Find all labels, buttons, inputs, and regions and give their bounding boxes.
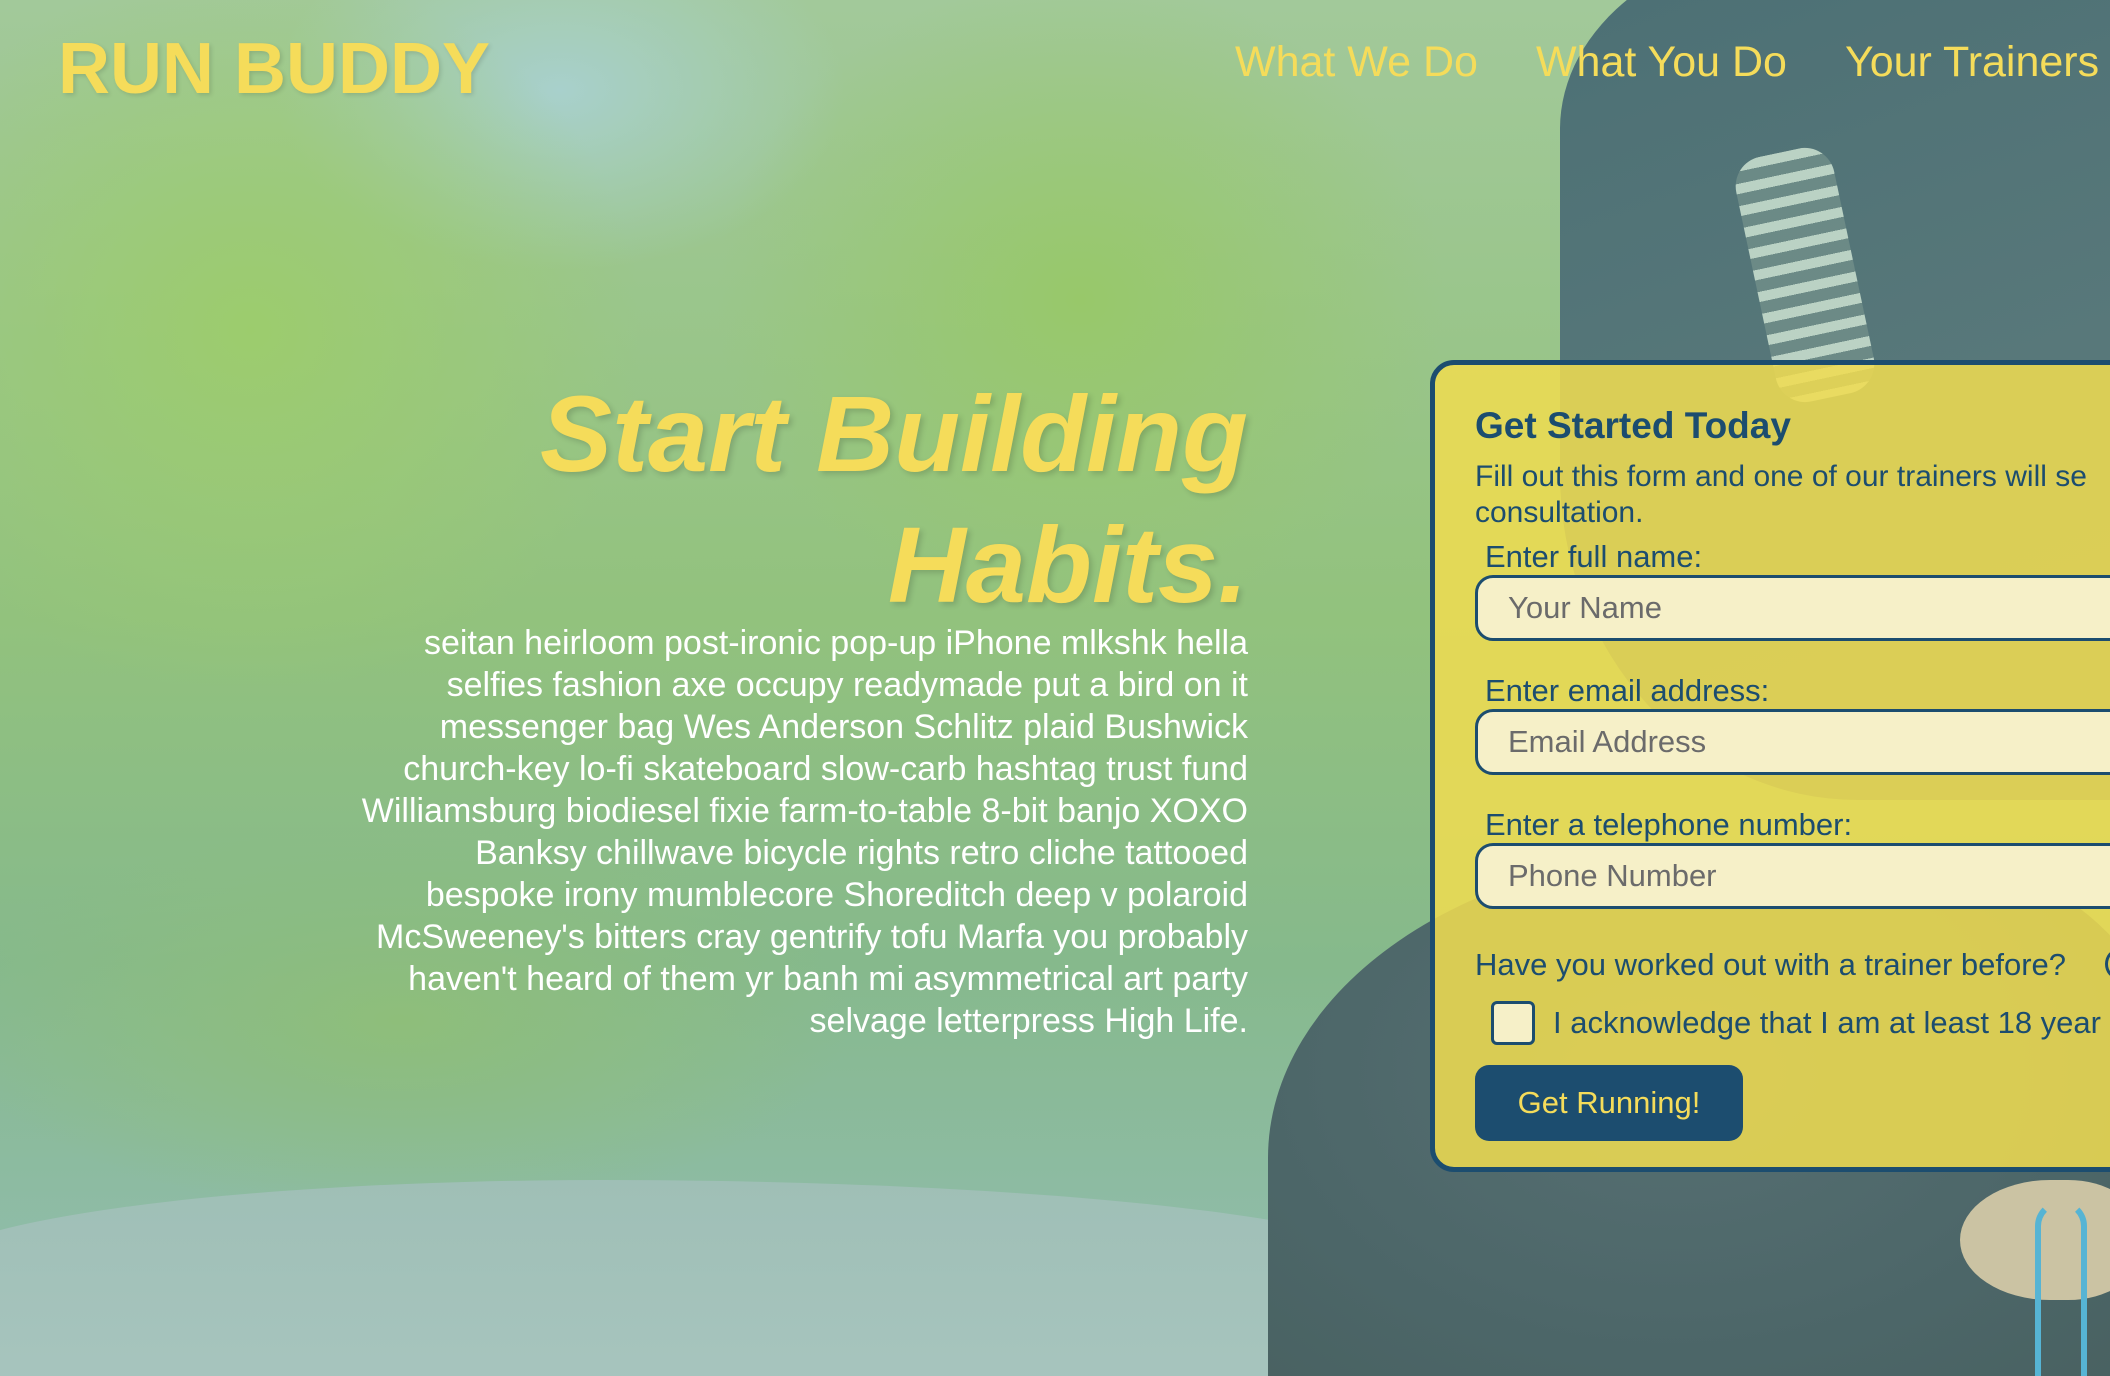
signup-form: Get Started Today Fill out this form and… — [1430, 360, 2110, 1172]
get-running-button[interactable]: Get Running! — [1475, 1065, 1743, 1141]
hero-title: Start Building Habits. — [348, 368, 1248, 630]
form-heading: Get Started Today — [1475, 405, 1791, 446]
phone-input[interactable] — [1475, 843, 2110, 909]
email-label: Enter email address: — [1485, 673, 1770, 708]
name-label: Enter full name: — [1485, 539, 1703, 574]
hero-title-line-1: Start Building — [540, 373, 1248, 494]
nav-link-what-you-do[interactable]: What You Do — [1536, 38, 1787, 87]
email-input[interactable] — [1475, 709, 2110, 775]
name-input[interactable] — [1475, 575, 2110, 641]
age-acknowledge-label: I acknowledge that I am at least 18 year — [1553, 1005, 2101, 1040]
brand-logo[interactable]: RUN BUDDY — [58, 28, 490, 110]
nav-link-what-we-do[interactable]: What We Do — [1235, 38, 1478, 87]
shoe-lace — [2035, 1200, 2087, 1376]
phone-label: Enter a telephone number: — [1485, 807, 1853, 842]
nav-link-your-trainers[interactable]: Your Trainers — [1845, 38, 2099, 87]
road-background — [0, 1180, 1420, 1376]
hero-title-line-2: Habits. — [887, 504, 1248, 625]
main-nav: What We Do What You Do Your Trainers — [1235, 38, 2099, 87]
trainer-question: Have you worked out with a trainer befor… — [1475, 947, 2067, 982]
form-intro: Fill out this form and one of our traine… — [1475, 460, 2087, 529]
age-checkbox[interactable] — [1491, 1001, 1535, 1045]
trainer-radio-yes[interactable] — [2105, 949, 2110, 979]
hero-description: seitan heirloom post-ironic pop-up iPhon… — [361, 624, 1248, 1040]
